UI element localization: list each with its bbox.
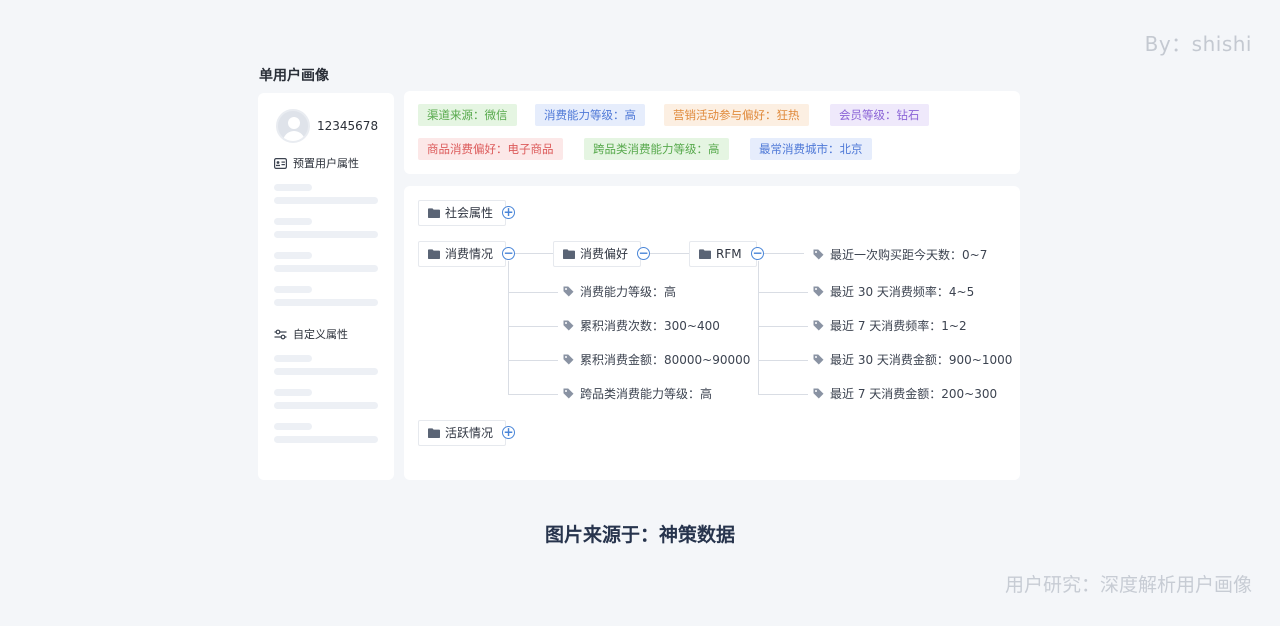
tree-node-label: 社会属性 bbox=[445, 206, 494, 220]
tag-icon bbox=[813, 249, 824, 260]
tag-product-preference: 商品消费偏好：电子商品 bbox=[418, 138, 563, 160]
tree-node-social[interactable]: 社会属性 bbox=[418, 200, 506, 226]
tree-leaf-recency: 最近一次购买距今天数：0~7 bbox=[813, 247, 987, 263]
tree-leaf-label: 最近一次购买距今天数：0~7 bbox=[830, 248, 988, 262]
attribute-tree-card: 社会属性 + 消费情况 − 消费偏好 − RFM − 消费能力等级：高 累积消费… bbox=[404, 186, 1020, 480]
folder-icon bbox=[428, 249, 440, 259]
tag-icon bbox=[563, 388, 574, 399]
tree-connector bbox=[508, 360, 558, 361]
tag-icon bbox=[563, 320, 574, 331]
skeleton-line bbox=[274, 197, 378, 204]
skeleton-line bbox=[274, 299, 378, 306]
panel-title: 单用户画像 bbox=[259, 68, 329, 84]
tree-connector bbox=[758, 261, 759, 394]
tag-icon bbox=[813, 286, 824, 297]
skeleton-line bbox=[274, 368, 378, 375]
tree-leaf-monetary-7d: 最近 7 天消费金额：200~300 bbox=[813, 386, 997, 402]
tag-channel-source: 渠道来源：微信 bbox=[418, 104, 517, 126]
tree-leaf-label: 最近 30 天消费频率：4~5 bbox=[830, 285, 975, 299]
tree-leaf-monetary-30d: 最近 30 天消费金额：900~1000 bbox=[813, 352, 1012, 368]
tag-icon bbox=[813, 320, 824, 331]
tree-connector bbox=[758, 326, 808, 327]
collapse-toggle-icon[interactable]: − bbox=[637, 247, 650, 260]
tree-connector bbox=[764, 253, 804, 254]
tree-node-label: 消费情况 bbox=[445, 247, 494, 261]
tree-connector bbox=[508, 292, 558, 293]
tree-connector bbox=[758, 394, 808, 395]
tree-leaf-label: 最近 7 天消费频率：1~2 bbox=[830, 319, 967, 333]
tag-icon bbox=[813, 388, 824, 399]
tree-connector bbox=[508, 261, 509, 394]
folder-icon bbox=[563, 249, 575, 259]
folder-icon bbox=[699, 249, 711, 259]
collapse-toggle-icon[interactable]: − bbox=[502, 247, 515, 260]
tag-campaign-preference: 营销活动参与偏好：狂热 bbox=[664, 104, 809, 126]
skeleton-line bbox=[274, 286, 312, 293]
skeleton-line bbox=[274, 436, 378, 443]
tree-leaf-label: 消费能力等级：高 bbox=[580, 285, 677, 299]
tree-node-preference[interactable]: 消费偏好 bbox=[553, 241, 641, 267]
tag-cross-category-level: 跨品类消费能力等级：高 bbox=[584, 138, 729, 160]
tree-leaf-label: 最近 30 天消费金额：900~1000 bbox=[830, 353, 1013, 367]
skeleton-line bbox=[274, 265, 378, 272]
tree-connector bbox=[758, 360, 808, 361]
tree-node-label: RFM bbox=[716, 247, 742, 261]
folder-icon bbox=[428, 208, 440, 218]
tree-connector bbox=[508, 394, 558, 395]
user-id: 12345678 bbox=[317, 119, 379, 133]
tree-connector bbox=[515, 253, 553, 254]
tag-card: 渠道来源：微信 消费能力等级：高 营销活动参与偏好：狂热 会员等级：钻石 商品消… bbox=[404, 91, 1020, 174]
preset-attributes-label: 预置用户属性 bbox=[293, 157, 359, 170]
tree-leaf-label: 累积消费次数：300~400 bbox=[580, 319, 720, 333]
sliders-icon bbox=[274, 329, 287, 339]
skeleton-line bbox=[274, 355, 312, 362]
tree-node-rfm[interactable]: RFM bbox=[689, 241, 757, 267]
tree-node-activity[interactable]: 活跃情况 bbox=[418, 420, 506, 446]
tag-spending-level: 消费能力等级：高 bbox=[535, 104, 645, 126]
skeleton-line bbox=[274, 389, 312, 396]
id-card-icon bbox=[274, 157, 287, 169]
tree-leaf-spending-level: 消费能力等级：高 bbox=[563, 284, 676, 300]
tree-node-label: 活跃情况 bbox=[445, 426, 494, 440]
author-watermark: By：shishi bbox=[1144, 32, 1252, 56]
folder-icon bbox=[428, 428, 440, 438]
skeleton-line bbox=[274, 252, 312, 259]
tag-icon bbox=[563, 286, 574, 297]
preset-attributes-header[interactable]: 预置用户属性 bbox=[274, 155, 359, 171]
tag-icon bbox=[563, 354, 574, 365]
skeleton-line bbox=[274, 218, 312, 225]
tree-leaf-label: 最近 7 天消费金额：200~300 bbox=[830, 387, 998, 401]
skeleton-line bbox=[274, 184, 312, 191]
skeleton-line bbox=[274, 231, 378, 238]
tree-connector bbox=[508, 326, 558, 327]
tree-connector bbox=[758, 292, 808, 293]
tree-connector bbox=[649, 253, 689, 254]
tree-leaf-frequency-7d: 最近 7 天消费频率：1~2 bbox=[813, 318, 967, 334]
tree-leaf-frequency-30d: 最近 30 天消费频率：4~5 bbox=[813, 284, 974, 300]
tree-leaf-label: 跨品类消费能力等级：高 bbox=[580, 387, 713, 401]
tree-node-consumption[interactable]: 消费情况 bbox=[418, 241, 506, 267]
expand-toggle-icon[interactable]: + bbox=[502, 206, 515, 219]
image-source-caption: 图片来源于：神策数据 bbox=[544, 524, 735, 546]
tree-leaf-label: 累积消费金额：80000~90000 bbox=[580, 353, 751, 367]
article-watermark: 用户研究：深度解析用户画像 bbox=[1004, 574, 1252, 596]
tree-leaf-purchase-amount: 累积消费金额：80000~90000 bbox=[563, 352, 750, 368]
collapse-toggle-icon[interactable]: − bbox=[751, 247, 764, 260]
tree-leaf-purchase-count: 累积消费次数：300~400 bbox=[563, 318, 720, 334]
tag-membership-level: 会员等级：钻石 bbox=[830, 104, 929, 126]
skeleton-line bbox=[274, 423, 312, 430]
tree-leaf-cross-category: 跨品类消费能力等级：高 bbox=[563, 386, 712, 402]
custom-attributes-label: 自定义属性 bbox=[293, 328, 348, 341]
custom-attributes-header[interactable]: 自定义属性 bbox=[274, 326, 348, 342]
tag-icon bbox=[813, 354, 824, 365]
expand-toggle-icon[interactable]: + bbox=[502, 426, 515, 439]
user-sidebar-card: 12345678 预置用户属性 自定义属性 bbox=[258, 93, 394, 480]
tag-frequent-city: 最常消费城市：北京 bbox=[750, 138, 872, 160]
avatar bbox=[276, 109, 310, 143]
tree-node-label: 消费偏好 bbox=[580, 247, 629, 261]
skeleton-line bbox=[274, 402, 378, 409]
